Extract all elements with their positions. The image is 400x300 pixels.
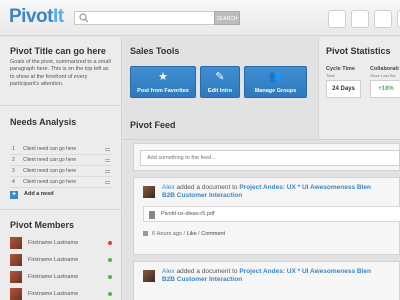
need-number: 4	[12, 179, 15, 185]
avatar	[10, 271, 22, 283]
file-icon	[149, 211, 155, 219]
status-dot-icon	[108, 241, 112, 245]
collaboration-label: Collaborati	[370, 66, 399, 72]
divider	[123, 139, 400, 140]
member-item[interactable]: Firstname Lastname	[10, 271, 114, 285]
lock-icon	[143, 231, 148, 236]
edit-icon: ✎	[215, 71, 225, 83]
post-time: 6 Hours ago	[152, 231, 182, 237]
post-text: Alex added a document to Project Andes: …	[162, 184, 400, 200]
need-item[interactable]: 1 Client need can go here	[10, 144, 112, 155]
divider	[0, 105, 122, 106]
edit-intro-button[interactable]: ✎ Edit Intro	[200, 66, 240, 98]
search-button[interactable]: SEARCH	[214, 11, 240, 25]
pivot-description: Goals of the pivot, summarized to a smal…	[10, 59, 111, 88]
status-dot-icon	[108, 292, 112, 296]
main-content: Sales Tools ★ Post from Favorites ✎ Edit…	[123, 37, 400, 300]
member-name: Firstname Lastname	[28, 291, 79, 297]
sidebar: Pivot Title can go here Goals of the piv…	[0, 37, 122, 300]
avatar	[143, 186, 155, 198]
stats-title: Pivot Statistics	[326, 46, 391, 56]
need-text: Client need can go here	[23, 157, 77, 163]
attachment-name: Pivotit-ux-ideas-r5.pdf	[161, 211, 215, 217]
member-item[interactable]: Firstname Lastname	[10, 288, 114, 300]
need-number: 3	[12, 168, 15, 174]
feed-post: Alex added a document to Project Andes: …	[133, 261, 400, 300]
post-user-link[interactable]: Alex	[162, 268, 175, 275]
feed-composer	[133, 143, 400, 171]
notifications-icon[interactable]	[328, 10, 346, 28]
member-name: Firstname Lastname	[28, 274, 79, 280]
logo[interactable]: PivotIt	[9, 6, 64, 28]
need-number: 1	[12, 146, 15, 152]
member-item[interactable]: Firstname Lastname	[10, 237, 114, 251]
logo-part-1: Pivot	[9, 6, 53, 27]
members-title: Pivot Members	[10, 220, 75, 230]
collaboration-value: +18%	[370, 80, 400, 98]
post-action: added a document to	[174, 184, 240, 191]
star-icon: ★	[158, 71, 168, 83]
pivot-statistics-panel: Pivot Statistics Cycle Time Total 24 Day…	[318, 37, 400, 140]
status-dot-icon	[108, 275, 112, 279]
settings-icon[interactable]	[374, 10, 392, 28]
sales-tools-title: Sales Tools	[130, 46, 180, 56]
member-name: Firstname Lastname	[28, 257, 79, 263]
drag-handle-icon[interactable]	[105, 159, 110, 162]
top-bar: PivotIt SEARCH	[0, 0, 400, 36]
post-action: added a document to	[174, 268, 240, 275]
plus-icon: +	[10, 191, 18, 199]
need-text: Client need can go here	[23, 146, 77, 152]
need-text: Client need can go here	[23, 168, 77, 174]
collaboration-sub: Since Last We	[370, 73, 396, 78]
search-box: SEARCH	[74, 11, 240, 25]
cycle-time-value: 24 Days	[326, 80, 361, 98]
avatar	[10, 254, 22, 266]
logo-part-2: It	[52, 6, 64, 27]
need-item[interactable]: 4 Client need can go here	[10, 177, 112, 188]
search-input[interactable]	[92, 12, 212, 24]
manage-groups-button[interactable]: 👥 Manage Groups	[244, 66, 307, 98]
drag-handle-icon[interactable]	[105, 181, 110, 184]
needs-title: Needs Analysis	[10, 117, 77, 127]
post-project-link[interactable]: Project Andes: UX * UI Awesomeness Blen	[239, 268, 371, 275]
messages-icon[interactable]	[351, 10, 369, 28]
drag-handle-icon[interactable]	[105, 170, 110, 173]
avatar	[10, 237, 22, 249]
post-text: Alex added a document to Project Andes: …	[162, 268, 400, 284]
post-project-link-cont[interactable]: B2B Customer Interaction	[162, 192, 242, 199]
avatar	[143, 270, 155, 282]
post-from-favorites-button[interactable]: ★ Post from Favorites	[130, 66, 196, 98]
search-icon	[79, 13, 89, 23]
need-item[interactable]: 2 Client need can go here	[10, 155, 112, 166]
pivot-title: Pivot Title can go here	[10, 46, 106, 56]
member-name: Firstname Lastname	[28, 240, 79, 246]
post-project-link[interactable]: Project Andes: UX * UI Awesomeness Blen	[239, 184, 371, 191]
pivot-feed-title: Pivot Feed	[130, 120, 176, 130]
button-label: Manage Groups	[254, 88, 297, 94]
feed-post: Alex added a document to Project Andes: …	[133, 177, 400, 255]
member-item[interactable]: Firstname Lastname	[10, 254, 114, 268]
add-need-button[interactable]: + Add a need	[10, 190, 90, 200]
avatar	[10, 288, 22, 300]
group-icon: 👥	[268, 71, 283, 83]
drag-handle-icon[interactable]	[105, 148, 110, 151]
post-meta: 6 Hours ago / Like / Comment	[143, 231, 225, 237]
need-number: 2	[12, 157, 15, 163]
comment-link[interactable]: Comment	[201, 231, 225, 237]
add-need-label: Add a need	[24, 191, 54, 197]
needs-list: 1 Client need can go here 2 Client need ca…	[10, 144, 112, 188]
status-dot-icon	[108, 258, 112, 262]
like-link[interactable]: Like	[187, 231, 197, 237]
need-text: Client need can go here	[23, 179, 77, 185]
button-label: Post from Favorites	[137, 88, 189, 94]
post-project-link-cont[interactable]: B2B Customer Interaction	[162, 276, 242, 283]
cycle-time-sub: Total	[326, 73, 335, 78]
feed-input[interactable]	[140, 150, 400, 166]
button-label: Edit Intro	[207, 88, 233, 94]
attachment[interactable]: Pivotit-ux-ideas-r5.pdf	[143, 206, 400, 222]
cycle-time-label: Cycle Time	[326, 66, 355, 72]
need-item[interactable]: 3 Client need can go here	[10, 166, 112, 177]
divider	[0, 209, 122, 210]
post-user-link[interactable]: Alex	[162, 184, 175, 191]
